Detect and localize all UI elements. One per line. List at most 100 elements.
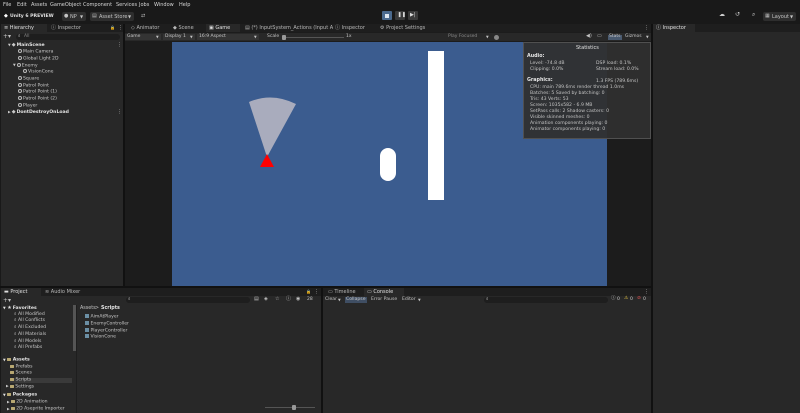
tab-scene[interactable]: ◆ Scene [170, 24, 197, 32]
breadcrumb-scripts[interactable]: Scripts [101, 306, 120, 312]
hierarchy-item[interactable]: ▶◆DontDestroyOnLoad [8, 109, 69, 116]
console-search-input[interactable]: ⌕ [484, 297, 608, 303]
version-control-button[interactable]: ⇄ [140, 12, 150, 21]
tab-project[interactable]: ▬ Project [1, 288, 41, 296]
favorite-item[interactable]: ⌕ All Materials [14, 332, 46, 338]
tab-animator[interactable]: ◇ Animator [128, 24, 162, 32]
cloud-icon[interactable]: ☁ [719, 12, 725, 18]
gizmos-dropdown[interactable]: Gizmos [625, 34, 642, 40]
favorite-item[interactable]: ⌕ All Conflicts [14, 319, 45, 324]
tab-hierarchy[interactable]: ≡ Hierarchy [1, 24, 47, 32]
scale-slider-handle[interactable] [282, 35, 286, 40]
favorite-item[interactable]: ⌕ All Prefabs [14, 345, 42, 351]
more-icon[interactable]: ⋮ [644, 290, 649, 295]
hidden-packages-icon[interactable]: ◉ [296, 297, 300, 302]
hierarchy-item[interactable]: Global Light 2D [18, 55, 59, 62]
script-file-item[interactable]: VisionCone [85, 334, 116, 340]
create-asset-button[interactable]: +▾ [3, 298, 11, 304]
menu-assets[interactable]: Assets [31, 2, 47, 8]
add-object-button[interactable]: +▾ [3, 34, 11, 40]
hierarchy-item[interactable]: Patrol Point (2) [18, 96, 57, 102]
console-editor-dropdown[interactable]: Editor [402, 297, 416, 303]
asset-folder-item[interactable]: Prefabs [10, 364, 33, 370]
tab-inspector-left[interactable]: ⓘ Inspector [48, 24, 90, 32]
hierarchy-item[interactable]: Player [18, 102, 37, 109]
scale-slider[interactable] [282, 35, 344, 40]
favorite-item[interactable]: ⌕ All Models [14, 339, 41, 345]
game-mode-dropdown[interactable]: Game ▼ [125, 34, 161, 40]
hierarchy-search-input[interactable]: ⌕ All [16, 34, 120, 40]
asset-folder-item[interactable]: Scenes [10, 371, 32, 376]
stats-toggle[interactable]: Stats [608, 34, 622, 40]
menu-component[interactable]: Component [83, 2, 112, 8]
favorite-item[interactable]: ⌕ All Modified [14, 312, 45, 318]
packages-header[interactable]: ▼ Packages [3, 393, 37, 398]
favorite-search-icon[interactable]: ☆ [275, 297, 279, 302]
chevron-down-icon[interactable]: ▼ [8, 43, 11, 47]
more-icon[interactable]: ⋮ [314, 290, 319, 295]
console-error-pause-toggle[interactable]: Error Pause [371, 297, 397, 303]
icon-size-slider-handle[interactable] [292, 405, 296, 410]
search-by-type-icon[interactable]: ▤ [254, 297, 259, 302]
more-icon[interactable]: ⋮ [644, 26, 649, 31]
account-dropdown[interactable]: ● NP ▼ [62, 12, 86, 21]
more-icon[interactable]: ⋮ [117, 42, 122, 48]
assets-header[interactable]: ▼ Assets [3, 358, 30, 363]
script-file-item[interactable]: AimAtPlayer [85, 314, 119, 320]
aspect-dropdown[interactable]: 16:9 Aspect ▼ [197, 34, 259, 40]
hierarchy-item[interactable]: Square [18, 76, 39, 82]
tab-game[interactable]: ▣ Game [206, 24, 240, 32]
favorite-item[interactable]: ⌕ All Excluded [14, 325, 46, 331]
error-count-icon[interactable]: ⊘ [637, 296, 641, 302]
hierarchy-item[interactable]: Patrol Point [18, 82, 49, 89]
package-item[interactable]: ▶ 2D Aseprite Importer [7, 407, 65, 412]
console-clear-button[interactable]: Clear [325, 297, 337, 303]
hierarchy-item[interactable]: VisionCone [23, 69, 53, 75]
step-button[interactable]: ▶| [408, 11, 418, 20]
play-button[interactable] [382, 11, 392, 20]
unity-version-badge[interactable]: ◆ Unity 6 PREVIEW [3, 12, 58, 21]
package-visibility-icon[interactable]: ⓘ [286, 297, 291, 302]
chevron-down-icon[interactable]: ▼ [13, 63, 16, 67]
menu-help[interactable]: Help [179, 2, 190, 8]
hierarchy-item[interactable]: ▼◆MainScene [8, 42, 45, 49]
script-file-item[interactable]: EnemyController [85, 320, 129, 327]
menu-file[interactable]: File [3, 2, 11, 8]
display-icon[interactable]: ▭ [597, 34, 602, 39]
tab-inspector-mid[interactable]: ⓘ Inspector [332, 24, 368, 32]
layout-dropdown[interactable]: ▦ Layout ▼ [763, 12, 796, 21]
menu-edit[interactable]: Edit [17, 2, 27, 8]
warning-count-icon[interactable]: ⚠ [624, 296, 628, 302]
hierarchy-item[interactable]: ▼ Enemy [13, 62, 38, 69]
play-focused-dropdown[interactable]: Play Focused ▼ [447, 34, 491, 40]
script-file-item[interactable]: PlayerController [85, 327, 127, 334]
asset-folder-item[interactable]: ▶ Settings [6, 385, 34, 390]
tab-inspector-right[interactable]: ⓘ Inspector [653, 24, 695, 32]
menu-jobs[interactable]: Jobs [139, 2, 149, 8]
search-by-label-icon[interactable]: ◈ [264, 297, 268, 302]
breadcrumb-assets[interactable]: Assets [80, 306, 96, 312]
menu-window[interactable]: Window [154, 2, 174, 8]
menu-gameobject[interactable]: GameObject [50, 2, 81, 8]
menu-services[interactable]: Services [116, 2, 137, 8]
tab-input-actions[interactable]: ▤ (*) InputSystem_Actions (Input A [242, 24, 336, 32]
asset-folder-item[interactable]: Scripts [10, 378, 72, 384]
history-icon[interactable]: ↺ [735, 12, 740, 18]
package-item[interactable]: ▶ 2D Animation [7, 400, 48, 405]
hierarchy-item[interactable]: Main Camera [18, 49, 53, 55]
tab-audio-mixer[interactable]: ≋ Audio Mixer [42, 288, 83, 296]
pause-button[interactable]: ❚❚ [395, 11, 406, 20]
tab-timeline[interactable]: ▭ Timeline [325, 288, 359, 296]
lock-icon[interactable]: 🔒 [306, 290, 311, 294]
tab-project-settings[interactable]: ⚙ Project Settings [377, 24, 428, 32]
audio-icon[interactable]: ◀) [586, 34, 592, 39]
console-collapse-toggle[interactable]: Collapse [345, 297, 367, 303]
more-icon[interactable]: ⋮ [117, 109, 122, 115]
icon-size-slider[interactable] [265, 405, 315, 410]
project-search-input[interactable]: ⌕ [126, 297, 250, 303]
asset-store-button[interactable]: ▤ Asset Store ▼ [90, 12, 134, 21]
info-count-icon[interactable]: ⓘ [611, 296, 616, 302]
search-icon[interactable]: ⌕ [752, 12, 755, 18]
hierarchy-item[interactable]: Patrol Point (1) [18, 89, 57, 95]
chevron-down-icon[interactable]: ▶ [8, 110, 11, 114]
